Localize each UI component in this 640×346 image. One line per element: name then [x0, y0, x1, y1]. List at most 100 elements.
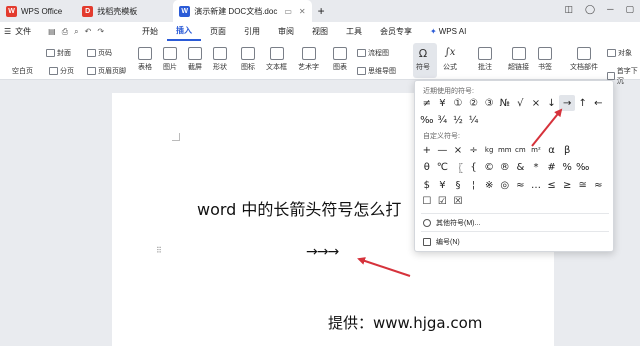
symbol-cell[interactable]: ¥: [435, 95, 451, 111]
menu-insert[interactable]: 插入: [167, 22, 202, 41]
numbering-item[interactable]: 编号(N): [423, 237, 460, 247]
screenshot-button[interactable]: 截屏: [188, 47, 202, 72]
symbol-cell[interactable]: ☐: [419, 193, 435, 209]
menu-tools[interactable]: 工具: [337, 22, 371, 41]
maximize-icon[interactable]: ▢: [625, 4, 634, 15]
section-button[interactable]: 分页: [49, 66, 74, 76]
user-icon[interactable]: ◯: [585, 4, 595, 15]
drag-handle-icon[interactable]: ⠿: [156, 246, 162, 255]
symbol-cell[interactable]: …: [528, 177, 544, 193]
tab-wps-office[interactable]: W WPS Office: [0, 0, 68, 22]
quick-access-icons[interactable]: ▤⎙⌕↶↷: [39, 22, 119, 41]
symbol-cell[interactable]: θ: [419, 159, 435, 175]
symbol-cell[interactable]: ②: [466, 95, 482, 111]
symbol-cell[interactable]: β: [559, 142, 575, 158]
symbol-cell[interactable]: $: [419, 177, 435, 193]
menu-reference[interactable]: 引用: [235, 22, 269, 41]
page-num-button[interactable]: 页码: [87, 48, 112, 58]
symbol-cell[interactable]: *: [528, 159, 544, 175]
symbol-cell[interactable]: ≈: [591, 177, 607, 193]
symbol-cell[interactable]: ≠: [419, 95, 435, 111]
menu-view[interactable]: 视图: [303, 22, 337, 41]
flowchart-button[interactable]: 流程图: [357, 48, 389, 58]
symbol-cell[interactable]: ①: [450, 95, 466, 111]
tab-docer[interactable]: D 找稻壳模板: [76, 0, 143, 22]
menu-wps-ai[interactable]: ✦ WPS AI: [421, 22, 475, 41]
symbol-cell[interactable]: m²: [528, 142, 544, 158]
symbol-cell[interactable]: ◎: [497, 177, 513, 193]
menu-file[interactable]: 文件: [15, 22, 39, 41]
bookmark-button[interactable]: 书签: [538, 47, 552, 72]
symbol-button[interactable]: Ω 符号: [416, 47, 430, 72]
close-icon[interactable]: ✕: [299, 7, 306, 16]
doc-parts-button[interactable]: 文档部件: [570, 47, 598, 72]
symbol-cell[interactable]: ©: [481, 159, 497, 175]
symbol-cell[interactable]: ¾: [435, 112, 451, 128]
symbol-cell[interactable]: cm: [513, 142, 529, 158]
minimize-icon[interactable]: ─: [607, 4, 613, 15]
menu-review[interactable]: 审阅: [269, 22, 303, 41]
symbol-cell[interactable]: kg: [481, 142, 497, 158]
picture-button[interactable]: 图片: [163, 47, 177, 72]
formula-button[interactable]: ∫x 公式: [443, 47, 457, 72]
menu-home[interactable]: 开始: [133, 22, 167, 41]
hyperlink-button[interactable]: 超链接: [508, 47, 529, 72]
symbol-cell[interactable]: α: [544, 142, 560, 158]
symbol-cell[interactable]: ≅: [575, 177, 591, 193]
symbol-cell[interactable]: &: [513, 159, 529, 175]
symbol-cell[interactable]: ≥: [559, 177, 575, 193]
symbol-cell[interactable]: mm: [497, 142, 513, 158]
symbol-cell[interactable]: ×: [450, 142, 466, 158]
other-symbols-item[interactable]: 其他符号(M)...: [423, 218, 480, 228]
shape-button[interactable]: 形状: [213, 47, 227, 72]
symbol-cell[interactable]: +: [419, 142, 435, 158]
symbol-cell[interactable]: ③: [481, 95, 497, 111]
symbol-cell[interactable]: §: [450, 177, 466, 193]
symbol-cell[interactable]: ☑: [435, 193, 451, 209]
menu-icon[interactable]: ☰: [0, 22, 15, 41]
symbol-cell[interactable]: ¦: [466, 177, 482, 193]
object-button[interactable]: 对象: [607, 48, 632, 58]
symbol-cell[interactable]: №: [497, 95, 513, 111]
symbol-cell[interactable]: {: [466, 159, 482, 175]
symbol-cell[interactable]: 〖: [450, 159, 466, 175]
symbol-cell[interactable]: ↑: [575, 95, 591, 111]
header-footer-button[interactable]: 页眉页脚: [87, 66, 126, 76]
symbol-cell[interactable]: ≤: [544, 177, 560, 193]
restore-icon[interactable]: ◫: [565, 4, 574, 15]
comment-button[interactable]: 批注: [478, 47, 492, 72]
mindmap-button[interactable]: 思维导图: [357, 66, 396, 76]
document-arrows[interactable]: →→→: [306, 244, 339, 260]
document-provider-text[interactable]: 提供：www.hjga.com: [328, 312, 482, 333]
symbol-cell[interactable]: ¼: [466, 112, 482, 128]
new-tab-button[interactable]: +: [312, 0, 331, 22]
blank-page-button[interactable]: 空白页: [12, 66, 33, 76]
symbol-cell[interactable]: ¥: [435, 177, 451, 193]
symbol-cell[interactable]: ≈: [513, 177, 529, 193]
symbol-cell[interactable]: ‰: [419, 112, 435, 128]
symbol-cell[interactable]: →: [559, 95, 575, 111]
symbol-cell[interactable]: ÷: [466, 142, 482, 158]
chart-button[interactable]: 图表: [333, 47, 347, 72]
symbol-cell[interactable]: ½: [450, 112, 466, 128]
symbol-cell[interactable]: ℃: [435, 159, 451, 175]
symbol-cell[interactable]: —: [435, 142, 451, 158]
symbol-cell[interactable]: %: [559, 159, 575, 175]
icon-button[interactable]: 图标: [241, 47, 255, 72]
symbol-cell[interactable]: ‰: [575, 159, 591, 175]
symbol-cell[interactable]: ※: [481, 177, 497, 193]
menu-vip[interactable]: 会员专享: [371, 22, 421, 41]
symbol-cell[interactable]: ®: [497, 159, 513, 175]
symbol-cell[interactable]: ×: [528, 95, 544, 111]
textbox-button[interactable]: 文本框: [266, 47, 287, 72]
symbol-cell[interactable]: √: [513, 95, 529, 111]
art-text-button[interactable]: 艺术字: [298, 47, 319, 72]
symbol-cell[interactable]: #: [544, 159, 560, 175]
monitor-icon[interactable]: ▭: [284, 7, 292, 16]
symbol-cell[interactable]: ↓: [544, 95, 560, 111]
symbol-cell[interactable]: ←: [591, 95, 607, 111]
table-button[interactable]: 表格: [138, 47, 152, 72]
symbol-cell[interactable]: ☒: [450, 193, 466, 209]
cover-button[interactable]: 封面: [46, 48, 71, 58]
tab-document[interactable]: W 演示新建 DOC文档.doc ▭ ✕: [173, 0, 312, 22]
